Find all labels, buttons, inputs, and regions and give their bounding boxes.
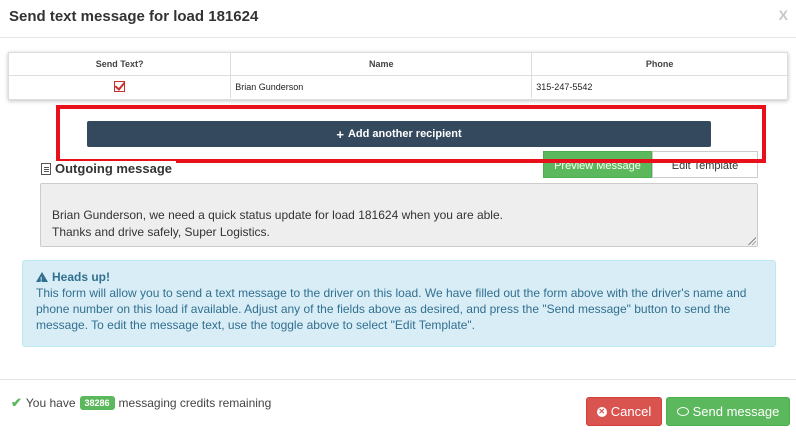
message-text: Brian Gunderson, we need a quick status …: [52, 208, 503, 239]
send-text-modal: Send text message for load 181624 X Send…: [0, 0, 796, 434]
modal-footer: ✔ You have 38286 messaging credits remai…: [0, 379, 796, 434]
send-label: Send message: [692, 404, 780, 419]
modal-header: Send text message for load 181624 X: [0, 0, 796, 38]
edit-template-button[interactable]: Edit Template: [652, 151, 758, 178]
recipient-phone-cell[interactable]: 315-247-5542: [532, 75, 787, 98]
add-recipient-label: Add another recipient: [347, 128, 462, 140]
chat-bubble-icon: [676, 407, 689, 416]
checkmark-icon: ✔: [11, 395, 22, 410]
credits-suffix: messaging credits remaining: [118, 396, 272, 410]
send-message-button[interactable]: Send message: [666, 397, 790, 426]
add-recipient-button[interactable]: + Add another recipient: [87, 121, 711, 147]
column-header-phone: Phone: [531, 53, 787, 76]
outgoing-message-label: Outgoing message: [55, 161, 173, 176]
cancel-label: Cancel: [610, 404, 652, 419]
heads-up-alert: Heads up! This form will allow you to se…: [22, 260, 776, 347]
send-text-checkbox[interactable]: [114, 81, 126, 93]
table-row: Brian Gunderson 315-247-5542: [9, 75, 787, 98]
warning-icon: [36, 272, 48, 289]
document-icon: [41, 162, 51, 175]
credits-prefix: You have: [25, 396, 76, 410]
cancel-button[interactable]: ✕ Cancel: [586, 397, 662, 426]
column-header-send-text: Send Text?: [9, 53, 232, 76]
recipients-table: Send Text? Name Phone Brian Gunderson 31…: [8, 52, 788, 100]
close-button[interactable]: X: [779, 7, 788, 23]
column-header-name: Name: [230, 53, 533, 76]
alert-title-text: Heads up!: [52, 270, 111, 284]
outgoing-message-heading: Outgoing message: [41, 161, 177, 176]
table-header-row: Send Text? Name Phone: [9, 53, 787, 76]
modal-title: Send text message for load 181624: [9, 8, 259, 25]
plus-icon: +: [336, 126, 344, 142]
cancel-x-icon: ✕: [596, 406, 607, 417]
resize-grip-icon[interactable]: [748, 237, 756, 245]
alert-title: Heads up!: [36, 269, 762, 289]
credits-count-badge: 38286: [79, 396, 115, 410]
alert-body: This form will allow you to send a text …: [36, 286, 747, 332]
send-text-cell: [9, 75, 232, 98]
message-textarea[interactable]: Brian Gunderson, we need a quick status …: [40, 183, 758, 247]
credits-status: ✔ You have 38286 messaging credits remai…: [11, 395, 271, 411]
recipient-name-cell[interactable]: Brian Gunderson: [230, 75, 533, 98]
preview-message-button[interactable]: Preview Message: [543, 151, 652, 178]
